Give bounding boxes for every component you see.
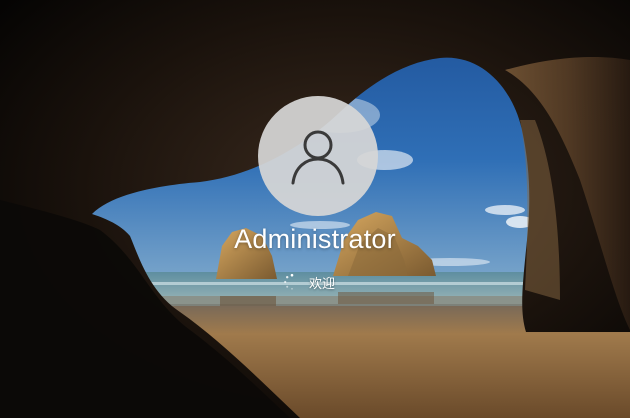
- status-text: 欢迎: [308, 276, 335, 292]
- lock-screen: Administrator 欢迎: [0, 0, 630, 418]
- sign-in-status: 欢迎: [0, 270, 630, 294]
- loading-spinner-icon: [284, 273, 294, 290]
- user-icon: [291, 130, 345, 185]
- user-avatar[interactable]: [258, 96, 378, 216]
- username-label: Administrator: [234, 224, 396, 254]
